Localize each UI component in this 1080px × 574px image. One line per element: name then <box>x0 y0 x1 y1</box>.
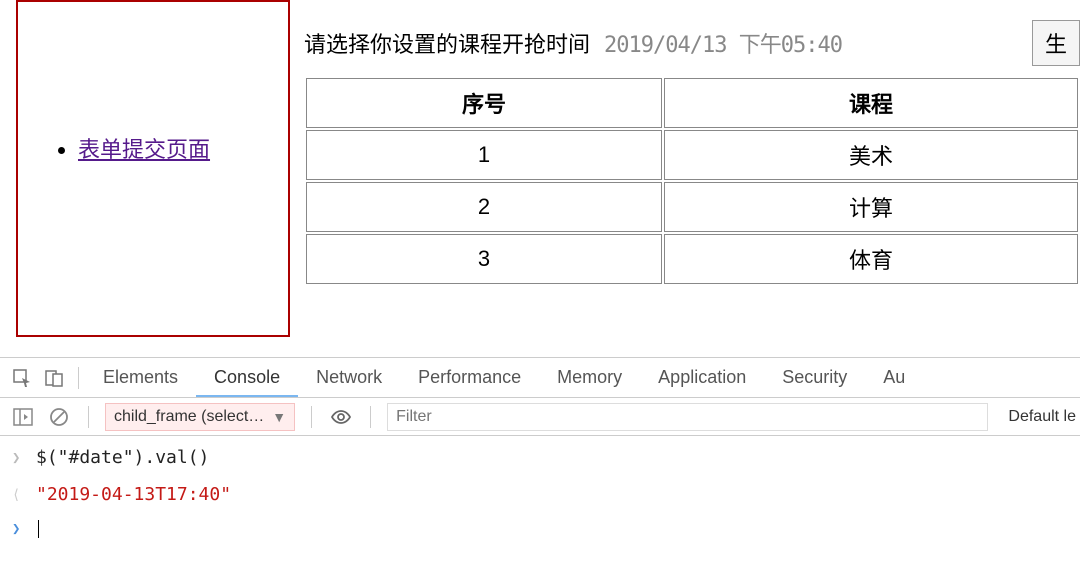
form-submit-page-link[interactable]: 表单提交页面 <box>78 137 210 162</box>
log-level-dropdown[interactable]: Default le <box>1008 408 1080 426</box>
console-output-value: "2019-04-13T17:40" <box>36 481 231 510</box>
inspect-element-icon[interactable] <box>8 364 36 392</box>
cell-seq: 2 <box>306 182 662 232</box>
tab-audits[interactable]: Au <box>865 359 923 396</box>
cell-course: 体育 <box>664 234 1078 284</box>
tab-network[interactable]: Network <box>298 359 400 396</box>
tab-memory[interactable]: Memory <box>539 359 640 396</box>
live-expression-icon[interactable] <box>328 404 354 430</box>
console-output-area: ❯ $("#date").val() ⟨ "2019-04-13T17:40" … <box>0 436 1080 548</box>
prompt-marker-icon: ❯ <box>12 518 28 540</box>
datetime-input[interactable]: 2019/04/13 下午05:40 <box>604 27 842 59</box>
form-header-row: 请选择你设置的课程开抢时间 2019/04/13 下午05:40 生 <box>304 20 1080 66</box>
console-filter-input[interactable] <box>387 403 988 431</box>
devtools-tab-bar: Elements Console Network Performance Mem… <box>0 358 1080 398</box>
devtools-panel: Elements Console Network Performance Mem… <box>0 357 1080 574</box>
tab-console[interactable]: Console <box>196 359 298 396</box>
console-prompt-line[interactable]: ❯ <box>0 514 1080 544</box>
cell-seq: 3 <box>306 234 662 284</box>
console-input-line: ❯ $("#date").val() <box>0 440 1080 477</box>
sidebar-panel: 表单提交页面 <box>16 0 290 337</box>
course-table: 序号 课程 1 美术 2 计算 3 体育 <box>304 76 1080 286</box>
device-toolbar-icon[interactable] <box>40 364 68 392</box>
table-row: 2 计算 <box>306 182 1078 232</box>
tab-performance[interactable]: Performance <box>400 359 539 396</box>
execution-context-dropdown[interactable]: child_frame (select… ▼ <box>105 403 295 431</box>
header-course: 课程 <box>664 78 1078 128</box>
tab-security[interactable]: Security <box>764 359 865 396</box>
date-prompt-label: 请选择你设置的课程开抢时间 <box>304 27 590 59</box>
clear-console-icon[interactable] <box>46 404 72 430</box>
cursor-icon <box>38 520 39 538</box>
chevron-down-icon: ▼ <box>272 409 286 425</box>
table-row: 3 体育 <box>306 234 1078 284</box>
cell-course: 计算 <box>664 182 1078 232</box>
context-label: child_frame (select… <box>114 408 264 426</box>
output-marker-icon: ⟨ <box>12 484 28 506</box>
page-top-area: 表单提交页面 请选择你设置的课程开抢时间 2019/04/13 下午05:40 … <box>0 0 1080 357</box>
table-header-row: 序号 课程 <box>306 78 1078 128</box>
console-sidebar-toggle-icon[interactable] <box>10 404 36 430</box>
main-content: 请选择你设置的课程开抢时间 2019/04/13 下午05:40 生 序号 课程… <box>290 0 1080 357</box>
cell-course: 美术 <box>664 130 1078 180</box>
tab-application[interactable]: Application <box>640 359 764 396</box>
console-toolbar: child_frame (select… ▼ Default le <box>0 398 1080 436</box>
console-input-code: $("#date").val() <box>36 444 209 473</box>
table-row: 1 美术 <box>306 130 1078 180</box>
generate-button[interactable]: 生 <box>1032 20 1080 66</box>
input-marker-icon: ❯ <box>12 447 28 469</box>
tab-elements[interactable]: Elements <box>85 359 196 396</box>
header-seq: 序号 <box>306 78 662 128</box>
sidebar-list-item: 表单提交页面 <box>78 132 288 164</box>
cell-seq: 1 <box>306 130 662 180</box>
console-output-line: ⟨ "2019-04-13T17:40" <box>0 477 1080 514</box>
